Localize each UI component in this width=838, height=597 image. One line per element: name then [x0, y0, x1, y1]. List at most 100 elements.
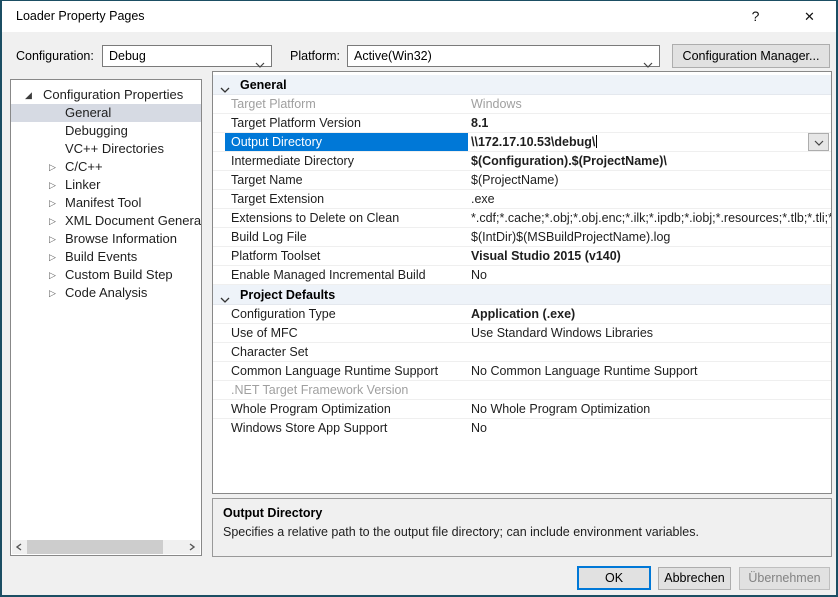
description-text: Specifies a relative path to the output … — [223, 525, 821, 539]
tree-collapsed-icon: ▷ — [49, 230, 61, 248]
property-value: .exe — [471, 190, 831, 208]
property-value: $(IntDir)$(MSBuildProjectName).log — [471, 228, 831, 246]
property-label: Enable Managed Incremental Build — [231, 266, 468, 284]
cancel-button[interactable]: Abbrechen — [658, 567, 731, 590]
tree-item-c-cpp[interactable]: ▷ C/C++ — [11, 158, 201, 176]
help-icon[interactable]: ? — [733, 1, 778, 32]
scroll-left-icon[interactable] — [12, 540, 27, 554]
property-row-whole-program-optimization[interactable]: Whole Program Optimization No Whole Prog… — [213, 400, 831, 419]
text-caret — [596, 135, 597, 148]
property-row-character-set[interactable]: Character Set — [213, 343, 831, 362]
property-label: Intermediate Directory — [231, 152, 468, 170]
tree-item-code-analysis[interactable]: ▷ Code Analysis — [11, 284, 201, 302]
configuration-label: Configuration: — [16, 45, 94, 67]
configuration-value: Debug — [109, 49, 146, 63]
tree-collapsed-icon: ▷ — [49, 248, 61, 266]
tree-item-manifest-tool[interactable]: ▷ Manifest Tool — [11, 194, 201, 212]
property-row-output-directory[interactable]: Output Directory \\172.17.10.53\debug\ — [213, 133, 831, 152]
output-directory-edit-field[interactable]: \\172.17.10.53\debug\ — [471, 133, 831, 151]
property-label-selected: Output Directory — [225, 133, 468, 151]
property-value: Application (.exe) — [471, 305, 831, 323]
group-row-general[interactable]: General — [213, 75, 831, 95]
property-value: Visual Studio 2015 (v140) — [471, 247, 831, 265]
property-grid: General Target Platform Windows Target P… — [212, 71, 832, 494]
property-label: Target Name — [231, 171, 468, 189]
property-label: Character Set — [231, 343, 468, 361]
chevron-down-icon — [220, 82, 230, 96]
property-label: Target Platform — [231, 95, 468, 113]
property-value: No Whole Program Optimization — [471, 400, 831, 418]
tree-collapsed-icon: ▷ — [49, 284, 61, 302]
tree-collapsed-icon: ▷ — [49, 158, 61, 176]
property-value: *.cdf;*.cache;*.obj;*.obj.enc;*.ilk;*.ip… — [471, 209, 831, 227]
tree-item-vcpp-directories[interactable]: VC++ Directories — [11, 140, 201, 158]
property-row-intermediate-directory[interactable]: Intermediate Directory $(Configuration).… — [213, 152, 831, 171]
window-title: Loader Property Pages — [16, 1, 145, 32]
tree-item-general[interactable]: General — [11, 104, 201, 122]
property-row-use-of-mfc[interactable]: Use of MFC Use Standard Windows Librarie… — [213, 324, 831, 343]
scrollbar-thumb[interactable] — [27, 540, 163, 554]
property-row-enable-managed-incremental-build[interactable]: Enable Managed Incremental Build No — [213, 266, 831, 285]
property-row-common-language-runtime-support[interactable]: Common Language Runtime Support No Commo… — [213, 362, 831, 381]
property-label: Target Extension — [231, 190, 468, 208]
property-label: Build Log File — [231, 228, 468, 246]
ok-button[interactable]: OK — [577, 566, 651, 590]
property-row-target-name[interactable]: Target Name $(ProjectName) — [213, 171, 831, 190]
property-label: .NET Target Framework Version — [231, 381, 468, 399]
tree-item-build-events[interactable]: ▷ Build Events — [11, 248, 201, 266]
property-description-panel: Output Directory Specifies a relative pa… — [212, 498, 832, 557]
tree-horizontal-scrollbar[interactable] — [12, 540, 200, 554]
property-value: No — [471, 266, 831, 284]
tree-collapsed-icon: ▷ — [49, 266, 61, 284]
property-value: $(ProjectName) — [471, 171, 831, 189]
tree-item-browse-information[interactable]: ▷ Browse Information — [11, 230, 201, 248]
chevron-down-icon[interactable] — [808, 133, 829, 151]
property-label: Use of MFC — [231, 324, 468, 342]
group-label: Project Defaults — [240, 285, 335, 305]
property-value: 8.1 — [471, 114, 831, 132]
platform-dropdown[interactable]: Active(Win32) — [347, 45, 660, 67]
property-value: No Common Language Runtime Support — [471, 362, 831, 380]
property-label: Extensions to Delete on Clean — [231, 209, 468, 227]
tree-collapsed-icon: ▷ — [49, 212, 61, 230]
tree-item-linker[interactable]: ▷ Linker — [11, 176, 201, 194]
property-row-extensions-to-delete-on-clean[interactable]: Extensions to Delete on Clean *.cdf;*.ca… — [213, 209, 831, 228]
property-row-net-target-framework-version[interactable]: .NET Target Framework Version — [213, 381, 831, 400]
property-label: Target Platform Version — [231, 114, 468, 132]
tree-collapsed-icon: ▷ — [49, 194, 61, 212]
property-row-build-log-file[interactable]: Build Log File $(IntDir)$(MSBuildProject… — [213, 228, 831, 247]
property-row-windows-store-app-support[interactable]: Windows Store App Support No — [213, 419, 831, 438]
property-row-target-platform[interactable]: Target Platform Windows — [213, 95, 831, 114]
tree-item-configuration-properties[interactable]: ◢ Configuration Properties — [11, 86, 201, 104]
scroll-right-icon[interactable] — [185, 540, 200, 554]
title-bar[interactable]: Loader Property Pages ? ✕ — [2, 1, 836, 32]
property-value: Use Standard Windows Libraries — [471, 324, 831, 342]
property-value: $(Configuration).$(ProjectName)\ — [471, 152, 831, 170]
property-label: Windows Store App Support — [231, 419, 468, 437]
property-row-target-extension[interactable]: Target Extension .exe — [213, 190, 831, 209]
group-row-project-defaults[interactable]: Project Defaults — [213, 285, 831, 305]
property-row-target-platform-version[interactable]: Target Platform Version 8.1 — [213, 114, 831, 133]
apply-button[interactable]: Übernehmen — [739, 567, 830, 590]
description-title: Output Directory — [223, 506, 821, 520]
close-icon[interactable]: ✕ — [787, 1, 832, 32]
property-label: Platform Toolset — [231, 247, 468, 265]
configuration-dropdown[interactable]: Debug — [102, 45, 272, 67]
platform-value: Active(Win32) — [354, 49, 432, 63]
property-value: Windows — [471, 95, 831, 113]
tree-item-debugging[interactable]: Debugging — [11, 122, 201, 140]
property-label: Whole Program Optimization — [231, 400, 468, 418]
property-pages-tree: ◢ Configuration Properties General Debug… — [10, 79, 202, 556]
tree-collapsed-icon: ▷ — [49, 176, 61, 194]
platform-label: Platform: — [290, 45, 340, 67]
loader-property-pages-dialog: Loader Property Pages ? ✕ Configuration:… — [0, 0, 838, 597]
property-value: No — [471, 419, 831, 437]
tree-item-xml-document-generator[interactable]: ▷ XML Document Generator — [11, 212, 201, 230]
output-directory-value: \\172.17.10.53\debug\ — [471, 135, 595, 149]
property-row-configuration-type[interactable]: Configuration Type Application (.exe) — [213, 305, 831, 324]
tree-item-custom-build-step[interactable]: ▷ Custom Build Step — [11, 266, 201, 284]
property-row-platform-toolset[interactable]: Platform Toolset Visual Studio 2015 (v14… — [213, 247, 831, 266]
property-label: Configuration Type — [231, 305, 468, 323]
configuration-manager-button[interactable]: Configuration Manager... — [672, 44, 830, 68]
property-label: Common Language Runtime Support — [231, 362, 468, 380]
